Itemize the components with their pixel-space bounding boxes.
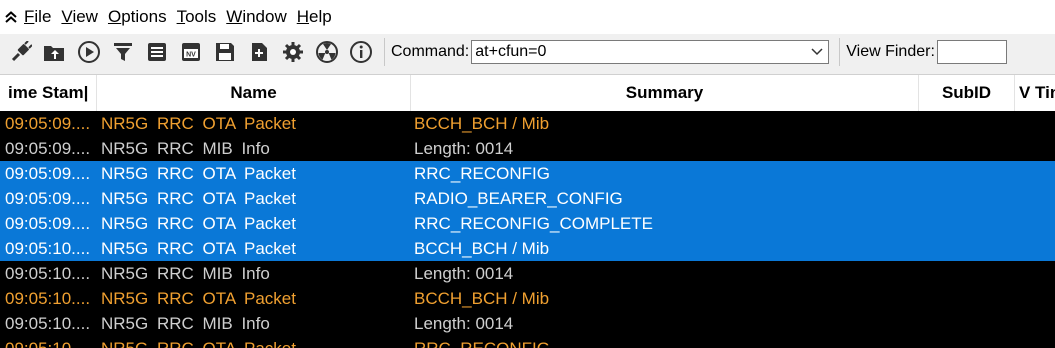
toolbar-separator xyxy=(839,38,841,66)
row-summary: Length: 0014 xyxy=(414,139,514,158)
save-icon[interactable] xyxy=(211,39,238,66)
row-summary: Length: 0014 xyxy=(414,314,514,333)
collapse-chevron-icon[interactable] xyxy=(0,0,22,34)
filter-icon[interactable] xyxy=(109,39,136,66)
table-row[interactable]: 09:05:10.... NR5G RRC MIB Info Length: 001… xyxy=(0,311,1055,336)
menu-tools[interactable]: Tools xyxy=(175,0,225,34)
row-summary: RRC_RECONFIG xyxy=(414,164,551,183)
row-summary: BCCH_BCH / Mib xyxy=(414,114,550,133)
menu-view[interactable]: View xyxy=(59,0,106,34)
menu-bar: File View Options Tools Window Help xyxy=(0,0,1055,34)
table-row[interactable]: 09:05:10.... NR5G RRC MIB Info Length: 001… xyxy=(0,261,1055,286)
toolbar-separator xyxy=(384,38,385,66)
row-name: NR5G RRC MIB Info xyxy=(101,264,270,283)
column-header-subid[interactable]: SubID xyxy=(919,75,1015,111)
nv-icon[interactable]: NV xyxy=(177,39,204,66)
command-value[interactable]: at+cfun=0 xyxy=(472,43,546,61)
row-name: NR5G RRC OTA Packet xyxy=(101,336,407,348)
log-table: ime Stam| Name Summary SubID V Tin 09:05… xyxy=(0,74,1055,348)
toolbar: NV Command: at+cfun=0 View Finder: xyxy=(0,34,1055,70)
new-document-icon[interactable] xyxy=(245,39,272,66)
row-timestamp: 09:05:09.... xyxy=(5,189,91,208)
row-name: NR5G RRC OTA Packet xyxy=(101,164,296,183)
table-row[interactable]: 09:05:10.... NR5G RRC OTA Packet BCCH_BCH … xyxy=(0,286,1055,311)
command-combobox[interactable]: at+cfun=0 xyxy=(471,40,830,64)
column-header-summary[interactable]: Summary xyxy=(411,75,919,111)
row-timestamp: 09:05:09.... xyxy=(5,214,91,233)
column-header-name[interactable]: Name xyxy=(97,75,411,111)
table-row[interactable]: 09:05:10.... NR5G RRC OTA Packet BCCH_BCH … xyxy=(0,236,1055,261)
table-row[interactable]: 09:05:09.... NR5G RRC OTA Packet RADIO_BEA… xyxy=(0,186,1055,211)
info-icon[interactable] xyxy=(347,39,374,66)
row-summary: RRC_RECONFIG_COMPLETE xyxy=(414,214,653,233)
menu-help[interactable]: Help xyxy=(295,0,340,34)
row-timestamp: 09:05:09.... xyxy=(5,114,91,133)
row-summary: BCCH_BCH / Mib xyxy=(414,239,550,258)
row-summary: Length: 0014 xyxy=(414,264,514,283)
row-name: NR5G RRC OTA Packet xyxy=(101,289,296,308)
row-name: NR5G RRC OTA Packet xyxy=(101,239,296,258)
row-timestamp: 09:05:10.... xyxy=(5,289,91,308)
row-summary: RRC_RECONFIG xyxy=(414,336,914,348)
row-name: NR5G RRC OTA Packet xyxy=(101,189,296,208)
connect-icon[interactable] xyxy=(7,39,34,66)
row-timestamp: 09:05:10.... xyxy=(5,264,91,283)
row-name: NR5G RRC OTA Packet xyxy=(101,114,296,133)
menu-file[interactable]: File xyxy=(22,0,59,34)
view-finder-input[interactable] xyxy=(936,40,1007,64)
view-finder-label: View Finder: xyxy=(846,43,935,60)
row-timestamp: 09:05:10.... xyxy=(5,314,91,333)
row-summary: RADIO_BEARER_CONFIG xyxy=(414,189,623,208)
row-summary: BCCH_BCH / Mib xyxy=(414,289,550,308)
radiation-icon[interactable] xyxy=(313,39,340,66)
chevron-down-icon[interactable] xyxy=(810,44,824,63)
log-view-icon[interactable] xyxy=(143,39,170,66)
table-row[interactable]: 09:05:09.... NR5G RRC OTA Packet RRC_RECON… xyxy=(0,211,1055,236)
row-timestamp: 09:05:10.... xyxy=(5,239,91,258)
column-header-timestamp[interactable]: ime Stam| xyxy=(0,75,97,111)
svg-text:NV: NV xyxy=(186,52,196,59)
row-name: NR5G RRC MIB Info xyxy=(101,314,270,333)
row-name: NR5G RRC MIB Info xyxy=(101,139,270,158)
row-timestamp: 09:05:09.... xyxy=(5,164,91,183)
row-name: NR5G RRC OTA Packet xyxy=(101,214,296,233)
play-icon[interactable] xyxy=(75,39,102,66)
menu-window[interactable]: Window xyxy=(224,0,294,34)
settings-gear-icon[interactable] xyxy=(279,39,306,66)
command-label: Command: xyxy=(391,43,470,60)
column-header-time[interactable]: V Tin xyxy=(1015,75,1055,111)
row-timestamp: 09:05:10.... xyxy=(5,336,95,348)
table-row[interactable]: 09:05:10.... NR5G RRC OTA Packet RRC_RECON… xyxy=(0,336,1055,348)
menu-options[interactable]: Options xyxy=(106,0,175,34)
table-row[interactable]: 09:05:09.... NR5G RRC OTA Packet BCCH_BCH … xyxy=(0,111,1055,136)
open-folder-icon[interactable] xyxy=(41,39,68,66)
table-header: ime Stam| Name Summary SubID V Tin xyxy=(0,74,1055,111)
table-row[interactable]: 09:05:09.... NR5G RRC OTA Packet RRC_RECON… xyxy=(0,161,1055,186)
row-timestamp: 09:05:09.... xyxy=(5,139,91,158)
table-row[interactable]: 09:05:09.... NR5G RRC MIB Info Length: 001… xyxy=(0,136,1055,161)
